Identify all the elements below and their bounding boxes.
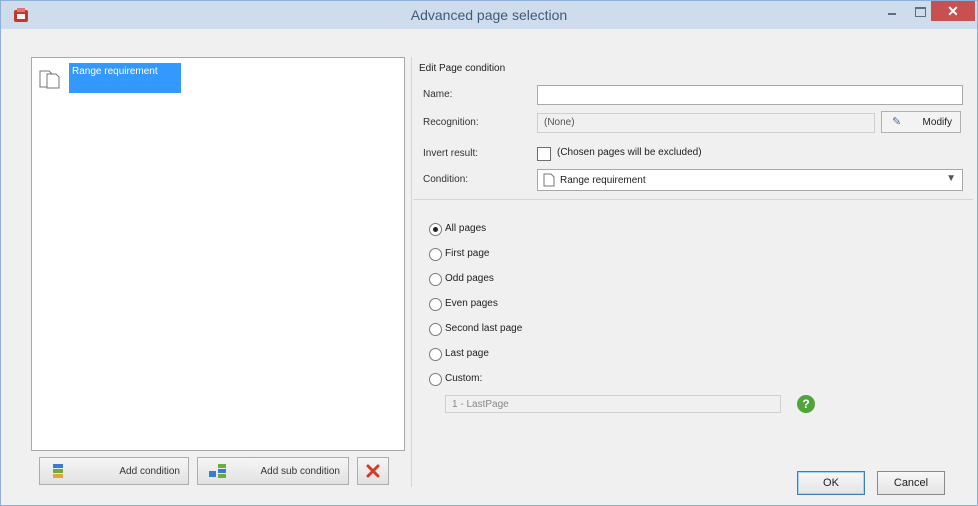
- radio-button[interactable]: [429, 248, 442, 261]
- title-bar[interactable]: Advanced page selection ✕: [1, 1, 977, 29]
- add-sub-condition-label: Add sub condition: [260, 466, 340, 477]
- invert-label: Invert result:: [423, 148, 479, 159]
- cancel-button[interactable]: Cancel: [877, 471, 945, 495]
- help-icon[interactable]: ?: [797, 395, 815, 413]
- radio-label: Last page: [445, 348, 489, 359]
- condition-select[interactable]: Range requirement ▼: [537, 169, 963, 191]
- horizontal-divider: [413, 199, 973, 200]
- vertical-divider: [411, 57, 412, 487]
- radio-button[interactable]: [429, 223, 442, 236]
- close-icon: ✕: [947, 3, 959, 19]
- page-icon: [543, 173, 555, 187]
- advanced-page-selection-dialog: Advanced page selection ✕ Range requirem…: [0, 0, 978, 506]
- radio-label: First page: [445, 248, 490, 259]
- maximize-icon: [915, 7, 926, 17]
- chevron-down-icon: ▼: [946, 173, 956, 184]
- radio-label: Custom:: [445, 373, 483, 384]
- add-condition-label: Add condition: [119, 466, 180, 477]
- name-field[interactable]: [537, 85, 963, 105]
- modify-button[interactable]: ✎ Modify: [881, 111, 961, 133]
- edit-icon: ✎: [892, 116, 902, 128]
- page-icon: [39, 70, 60, 89]
- add-sub-condition-button[interactable]: Add sub condition: [197, 457, 349, 485]
- radio-button[interactable]: [429, 298, 442, 311]
- condition-value: Range requirement: [560, 175, 646, 186]
- minimize-icon: [888, 13, 896, 15]
- window-title: Advanced page selection: [410, 7, 568, 23]
- modify-label: Modify: [922, 117, 952, 128]
- radio-button[interactable]: [429, 373, 442, 386]
- radio-label: Odd pages: [445, 273, 494, 284]
- maximize-button[interactable]: [907, 1, 933, 21]
- condition-tree[interactable]: Range requirement: [31, 57, 405, 451]
- condition-label: Condition:: [423, 174, 469, 185]
- recognition-field: (None): [537, 113, 875, 133]
- radio-button[interactable]: [429, 348, 442, 361]
- add-condition-icon: [53, 464, 63, 478]
- add-condition-button[interactable]: Add condition: [39, 457, 189, 485]
- group-label: Edit Page condition: [419, 63, 506, 74]
- ok-button[interactable]: OK: [797, 471, 865, 495]
- delete-condition-button[interactable]: [357, 457, 389, 485]
- invert-text: (Chosen pages will be excluded): [557, 147, 702, 158]
- radio-label: Even pages: [445, 298, 498, 309]
- radio-button[interactable]: [429, 323, 442, 336]
- custom-range-field[interactable]: 1 - LastPage: [445, 395, 781, 413]
- delete-x-icon: [366, 464, 380, 478]
- close-button[interactable]: ✕: [931, 1, 975, 21]
- add-sub-condition-icon: [209, 464, 226, 478]
- minimize-button[interactable]: [879, 1, 905, 21]
- tree-item-label: Range requirement: [69, 63, 181, 93]
- name-label: Name:: [423, 89, 453, 100]
- radio-label: Second last page: [445, 323, 523, 334]
- radio-label: All pages: [445, 223, 487, 234]
- radio-button[interactable]: [429, 273, 442, 286]
- recognition-label: Recognition:: [423, 117, 479, 128]
- invert-checkbox[interactable]: [537, 147, 551, 161]
